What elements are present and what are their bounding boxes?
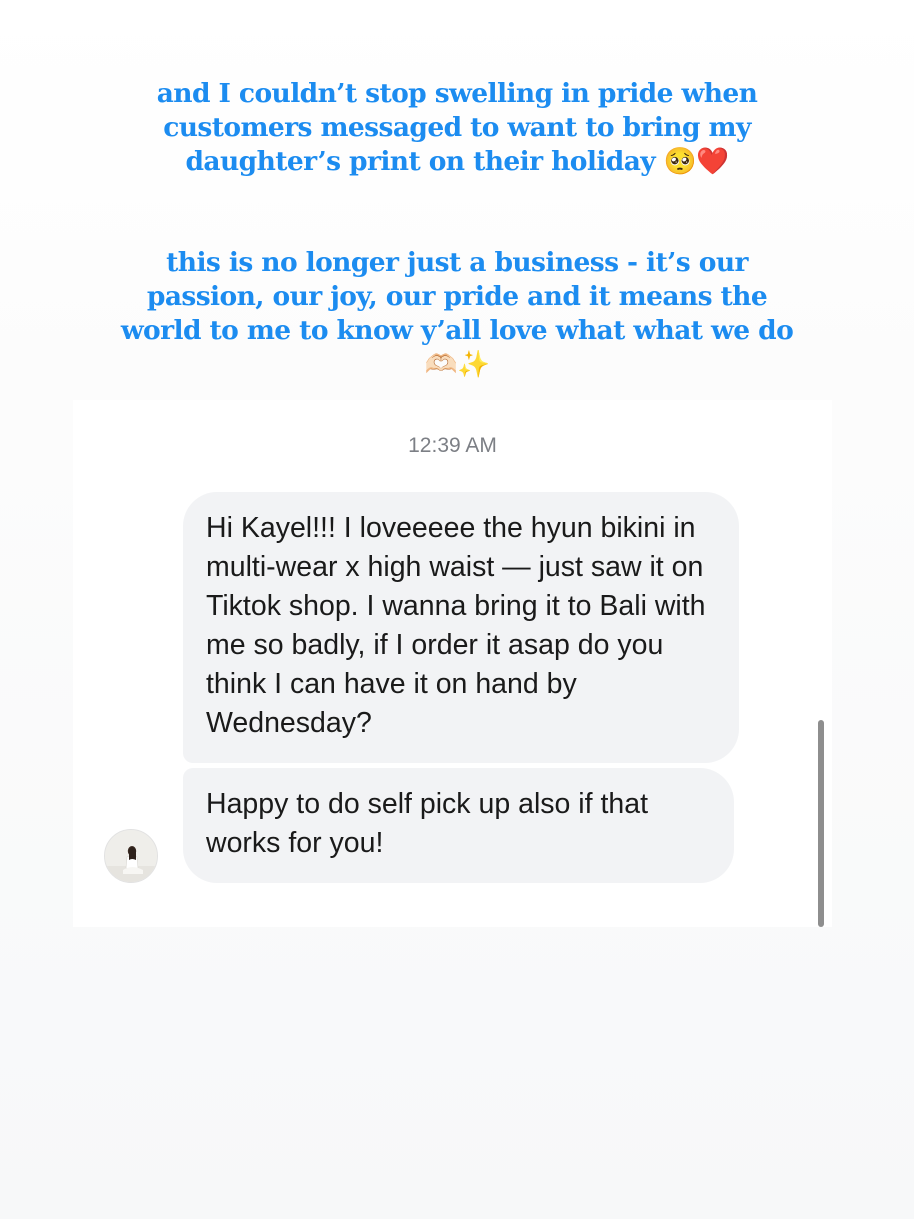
message-bubble[interactable]: Hi Kayel!!! I loveeeee the hyun bikini i… bbox=[183, 492, 739, 763]
scrollbar[interactable] bbox=[818, 720, 824, 927]
sender-photo bbox=[105, 830, 157, 882]
message-timestamp: 12:39 AM bbox=[408, 434, 497, 457]
caption-paragraph-2: this is no longer just a business - it’s… bbox=[120, 247, 794, 380]
sender-avatar[interactable] bbox=[104, 829, 158, 883]
message-bubble[interactable]: Happy to do self pick up also if that wo… bbox=[183, 768, 734, 883]
chat-thread: 12:39 AM Hi Kayel!!! I loveeeee the hyun… bbox=[73, 400, 832, 927]
caption-paragraph-1: and I couldn’t stop swelling in pride wh… bbox=[156, 78, 758, 177]
